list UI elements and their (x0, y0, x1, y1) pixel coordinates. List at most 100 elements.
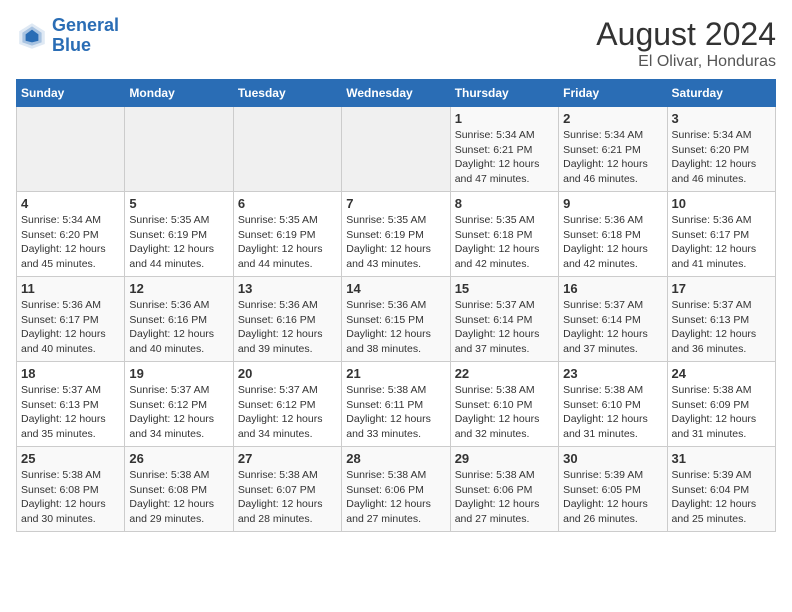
day-number: 4 (21, 196, 120, 211)
weekday-header-saturday: Saturday (667, 80, 775, 107)
day-info: Sunrise: 5:36 AM Sunset: 6:16 PM Dayligh… (238, 298, 337, 357)
calendar-cell (342, 107, 450, 192)
day-number: 17 (672, 281, 771, 296)
calendar-week-2: 4 Sunrise: 5:34 AM Sunset: 6:20 PM Daylig… (17, 192, 776, 277)
day-info: Sunrise: 5:35 AM Sunset: 6:19 PM Dayligh… (238, 213, 337, 272)
day-number: 11 (21, 281, 120, 296)
calendar-cell: 31Sunrise: 5:39 AM Sunset: 6:04 PM Dayli… (667, 447, 775, 532)
day-info: Sunrise: 5:37 AM Sunset: 6:12 PM Dayligh… (238, 383, 337, 442)
day-number: 20 (238, 366, 337, 381)
logo-line2: Blue (52, 35, 91, 55)
calendar-cell: 22 Sunrise: 5:38 AM Sunset: 6:10 PM Dayli… (450, 362, 558, 447)
day-info: Sunrise: 5:35 AM Sunset: 6:19 PM Dayligh… (129, 213, 228, 272)
day-info: Sunrise: 5:36 AM Sunset: 6:17 PM Dayligh… (672, 213, 771, 272)
page-header: General Blue August 2024 El Olivar, Hond… (16, 16, 776, 71)
day-info: Sunrise: 5:36 AM Sunset: 6:18 PM Dayligh… (563, 213, 662, 272)
calendar-cell (125, 107, 233, 192)
day-number: 23 (563, 366, 662, 381)
logo: General Blue (16, 16, 119, 56)
day-info: Sunrise: 5:36 AM Sunset: 6:17 PM Dayligh… (21, 298, 120, 357)
day-info: Sunrise: 5:38 AM Sunset: 6:10 PM Dayligh… (455, 383, 554, 442)
day-info: Sunrise: 5:38 AM Sunset: 6:09 PM Dayligh… (672, 383, 771, 442)
weekday-header-row: SundayMondayTuesdayWednesdayThursdayFrid… (17, 80, 776, 107)
calendar-cell: 9Sunrise: 5:36 AM Sunset: 6:18 PM Daylig… (559, 192, 667, 277)
day-number: 19 (129, 366, 228, 381)
calendar-cell: 2 Sunrise: 5:34 AM Sunset: 6:21 PM Daylig… (559, 107, 667, 192)
day-number: 15 (455, 281, 554, 296)
calendar-cell: 25 Sunrise: 5:38 AM Sunset: 6:08 PM Dayli… (17, 447, 125, 532)
calendar-cell: 26Sunrise: 5:38 AM Sunset: 6:08 PM Dayli… (125, 447, 233, 532)
calendar-table: SundayMondayTuesdayWednesdayThursdayFrid… (16, 79, 776, 532)
day-info: Sunrise: 5:34 AM Sunset: 6:21 PM Dayligh… (455, 128, 554, 187)
calendar-cell: 8Sunrise: 5:35 AM Sunset: 6:18 PM Daylig… (450, 192, 558, 277)
calendar-cell: 4 Sunrise: 5:34 AM Sunset: 6:20 PM Daylig… (17, 192, 125, 277)
calendar-cell: 7Sunrise: 5:35 AM Sunset: 6:19 PM Daylig… (342, 192, 450, 277)
calendar-cell: 11 Sunrise: 5:36 AM Sunset: 6:17 PM Dayli… (17, 277, 125, 362)
calendar-cell: 17 Sunrise: 5:37 AM Sunset: 6:13 PM Dayli… (667, 277, 775, 362)
day-info: Sunrise: 5:39 AM Sunset: 6:05 PM Dayligh… (563, 468, 662, 527)
calendar-cell: 13 Sunrise: 5:36 AM Sunset: 6:16 PM Dayli… (233, 277, 341, 362)
day-number: 13 (238, 281, 337, 296)
day-number: 7 (346, 196, 445, 211)
day-info: Sunrise: 5:37 AM Sunset: 6:12 PM Dayligh… (129, 383, 228, 442)
calendar-cell (17, 107, 125, 192)
weekday-header-tuesday: Tuesday (233, 80, 341, 107)
calendar-cell: 18Sunrise: 5:37 AM Sunset: 6:13 PM Dayli… (17, 362, 125, 447)
calendar-cell: 14 Sunrise: 5:36 AM Sunset: 6:15 PM Dayli… (342, 277, 450, 362)
day-number: 28 (346, 451, 445, 466)
location: El Olivar, Honduras (596, 53, 776, 71)
weekday-header-sunday: Sunday (17, 80, 125, 107)
day-number: 22 (455, 366, 554, 381)
calendar-cell: 27Sunrise: 5:38 AM Sunset: 6:07 PM Dayli… (233, 447, 341, 532)
day-number: 2 (563, 111, 662, 126)
day-info: Sunrise: 5:38 AM Sunset: 6:07 PM Dayligh… (238, 468, 337, 527)
calendar-week-3: 11 Sunrise: 5:36 AM Sunset: 6:17 PM Dayli… (17, 277, 776, 362)
day-info: Sunrise: 5:38 AM Sunset: 6:08 PM Dayligh… (129, 468, 228, 527)
weekday-header-wednesday: Wednesday (342, 80, 450, 107)
logo-text: General Blue (52, 16, 119, 56)
day-number: 25 (21, 451, 120, 466)
day-info: Sunrise: 5:37 AM Sunset: 6:14 PM Dayligh… (455, 298, 554, 357)
day-number: 8 (455, 196, 554, 211)
day-info: Sunrise: 5:38 AM Sunset: 6:06 PM Dayligh… (346, 468, 445, 527)
day-number: 30 (563, 451, 662, 466)
day-info: Sunrise: 5:34 AM Sunset: 6:20 PM Dayligh… (21, 213, 120, 272)
calendar-cell: 16 Sunrise: 5:37 AM Sunset: 6:14 PM Dayli… (559, 277, 667, 362)
day-info: Sunrise: 5:37 AM Sunset: 6:13 PM Dayligh… (21, 383, 120, 442)
calendar-cell: 21Sunrise: 5:38 AM Sunset: 6:11 PM Dayli… (342, 362, 450, 447)
day-info: Sunrise: 5:37 AM Sunset: 6:14 PM Dayligh… (563, 298, 662, 357)
calendar-cell: 12Sunrise: 5:36 AM Sunset: 6:16 PM Dayli… (125, 277, 233, 362)
calendar-cell: 1 Sunrise: 5:34 AM Sunset: 6:21 PM Daylig… (450, 107, 558, 192)
day-number: 5 (129, 196, 228, 211)
day-number: 16 (563, 281, 662, 296)
calendar-cell: 30 Sunrise: 5:39 AM Sunset: 6:05 PM Dayli… (559, 447, 667, 532)
logo-line1: General (52, 15, 119, 35)
day-number: 1 (455, 111, 554, 126)
calendar-cell (233, 107, 341, 192)
calendar-cell: 28 Sunrise: 5:38 AM Sunset: 6:06 PM Dayli… (342, 447, 450, 532)
calendar-week-1: 1 Sunrise: 5:34 AM Sunset: 6:21 PM Daylig… (17, 107, 776, 192)
calendar-cell: 23 Sunrise: 5:38 AM Sunset: 6:10 PM Dayli… (559, 362, 667, 447)
day-number: 10 (672, 196, 771, 211)
calendar-week-5: 25 Sunrise: 5:38 AM Sunset: 6:08 PM Dayli… (17, 447, 776, 532)
day-info: Sunrise: 5:38 AM Sunset: 6:08 PM Dayligh… (21, 468, 120, 527)
day-info: Sunrise: 5:38 AM Sunset: 6:10 PM Dayligh… (563, 383, 662, 442)
day-number: 14 (346, 281, 445, 296)
calendar-cell: 20 Sunrise: 5:37 AM Sunset: 6:12 PM Dayli… (233, 362, 341, 447)
day-number: 6 (238, 196, 337, 211)
calendar-cell: 29Sunrise: 5:38 AM Sunset: 6:06 PM Dayli… (450, 447, 558, 532)
calendar-cell: 5 Sunrise: 5:35 AM Sunset: 6:19 PM Daylig… (125, 192, 233, 277)
calendar-body: 1 Sunrise: 5:34 AM Sunset: 6:21 PM Daylig… (17, 107, 776, 532)
calendar-week-4: 18Sunrise: 5:37 AM Sunset: 6:13 PM Dayli… (17, 362, 776, 447)
weekday-header-friday: Friday (559, 80, 667, 107)
day-info: Sunrise: 5:39 AM Sunset: 6:04 PM Dayligh… (672, 468, 771, 527)
month-year: August 2024 (596, 16, 776, 53)
day-info: Sunrise: 5:38 AM Sunset: 6:06 PM Dayligh… (455, 468, 554, 527)
day-number: 24 (672, 366, 771, 381)
day-info: Sunrise: 5:36 AM Sunset: 6:15 PM Dayligh… (346, 298, 445, 357)
day-info: Sunrise: 5:34 AM Sunset: 6:21 PM Dayligh… (563, 128, 662, 187)
calendar-cell: 15 Sunrise: 5:37 AM Sunset: 6:14 PM Dayli… (450, 277, 558, 362)
day-info: Sunrise: 5:37 AM Sunset: 6:13 PM Dayligh… (672, 298, 771, 357)
calendar-cell: 19 Sunrise: 5:37 AM Sunset: 6:12 PM Dayli… (125, 362, 233, 447)
calendar-cell: 24 Sunrise: 5:38 AM Sunset: 6:09 PM Dayli… (667, 362, 775, 447)
